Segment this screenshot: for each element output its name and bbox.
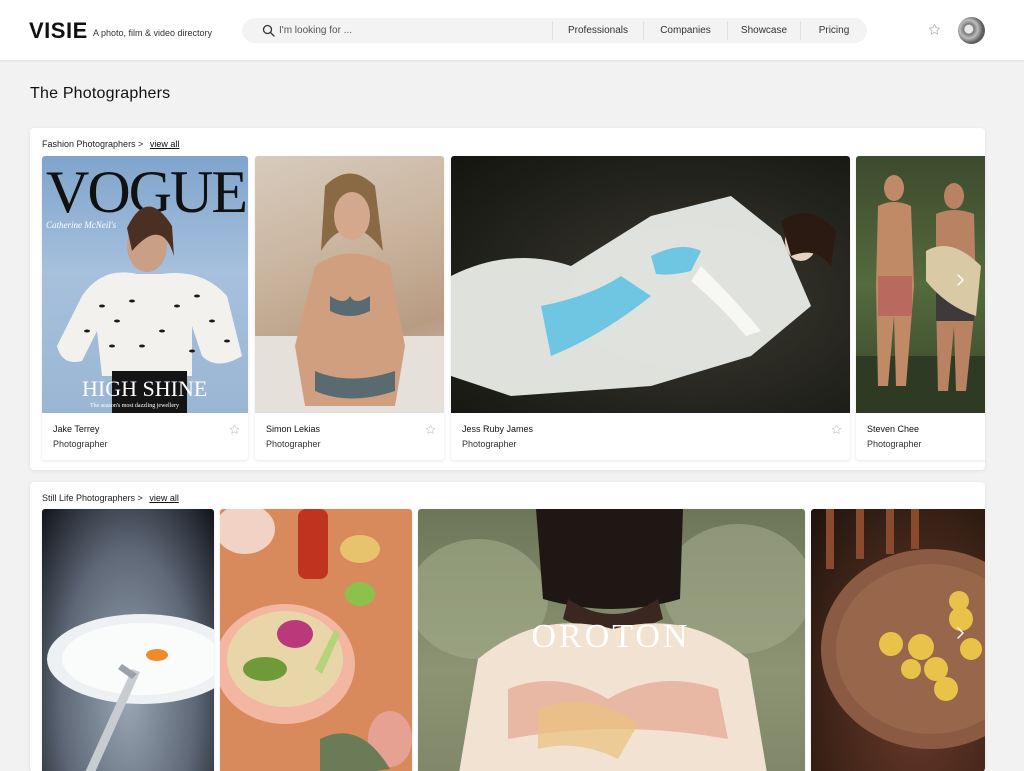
portfolio-image bbox=[42, 509, 214, 771]
user-avatar[interactable] bbox=[958, 17, 985, 44]
tagline: A photo, film & video directory bbox=[93, 28, 213, 38]
nav-item-companies[interactable]: Companies bbox=[644, 18, 727, 43]
photographer-name: Jess Ruby James bbox=[462, 424, 534, 434]
photographer-name: Jake Terrey bbox=[53, 424, 100, 434]
photographer-role: Photographer bbox=[867, 439, 922, 449]
view-all-link[interactable]: view all bbox=[150, 139, 180, 149]
photographer-card-jess-ruby-james[interactable]: Jess Ruby James Photographer bbox=[451, 156, 850, 460]
page-title: The Photographers bbox=[30, 85, 171, 102]
photographer-card-simon-lekias[interactable]: Simon Lekias Photographer bbox=[255, 156, 444, 460]
section-heading: Fashion Photographers > view all bbox=[42, 139, 179, 149]
view-all-link[interactable]: view all bbox=[149, 493, 179, 503]
search-input[interactable] bbox=[279, 18, 539, 43]
star-icon[interactable] bbox=[229, 424, 240, 435]
cover-name: Catherine McNeil's bbox=[46, 220, 117, 230]
photographer-card-jake-terrey[interactable]: VOGUE Catherine McNeil's HIGH SHINE The … bbox=[42, 156, 248, 460]
photographer-role: Photographer bbox=[53, 439, 108, 449]
section-heading: Still Life Photographers > view all bbox=[42, 493, 179, 503]
photographer-card-steven-chee[interactable]: Steven Chee Photographer bbox=[856, 156, 985, 460]
portfolio-image: VOGUE Catherine McNeil's HIGH SHINE The … bbox=[42, 156, 248, 413]
photographer-card[interactable] bbox=[42, 509, 214, 771]
nav-item-showcase[interactable]: Showcase bbox=[728, 18, 800, 43]
oroton-brand-text: OROTON bbox=[531, 618, 690, 655]
nav-item-professionals[interactable]: Professionals bbox=[553, 18, 643, 43]
still-life-photographers-section: Still Life Photographers > view all OROT… bbox=[30, 482, 985, 771]
photographer-role: Photographer bbox=[462, 439, 517, 449]
search-bar[interactable]: Professionals Companies Showcase Pricing bbox=[242, 18, 867, 43]
photographer-name: Steven Chee bbox=[867, 424, 920, 434]
portfolio-image bbox=[255, 156, 444, 413]
photographer-card[interactable]: OROTON bbox=[418, 509, 805, 771]
star-icon[interactable] bbox=[831, 424, 842, 435]
star-icon[interactable] bbox=[425, 424, 436, 435]
fashion-photographers-section: Fashion Photographers > view all VOGUE C… bbox=[30, 128, 985, 470]
photographer-role: Photographer bbox=[266, 439, 321, 449]
nav-item-pricing[interactable]: Pricing bbox=[801, 18, 867, 43]
cover-subline: The season's most dazzling jewellery bbox=[90, 403, 179, 409]
portfolio-image: OROTON bbox=[418, 509, 805, 771]
top-navigation-bar: VISIE A photo, film & video directory Pr… bbox=[0, 0, 1024, 60]
section-title: Fashion Photographers > bbox=[42, 139, 144, 149]
portfolio-image bbox=[220, 509, 412, 771]
chevron-right-icon[interactable] bbox=[951, 271, 969, 289]
chevron-right-icon[interactable] bbox=[951, 624, 969, 642]
section-title: Still Life Photographers > bbox=[42, 493, 143, 503]
portfolio-image bbox=[451, 156, 850, 413]
cover-headline: HIGH SHINE bbox=[82, 376, 207, 401]
logo[interactable]: VISIE bbox=[29, 18, 88, 44]
photographer-name: Simon Lekias bbox=[266, 424, 321, 434]
search-icon bbox=[262, 24, 275, 37]
photographer-card[interactable] bbox=[220, 509, 412, 771]
favorites-star-icon[interactable] bbox=[928, 23, 941, 36]
